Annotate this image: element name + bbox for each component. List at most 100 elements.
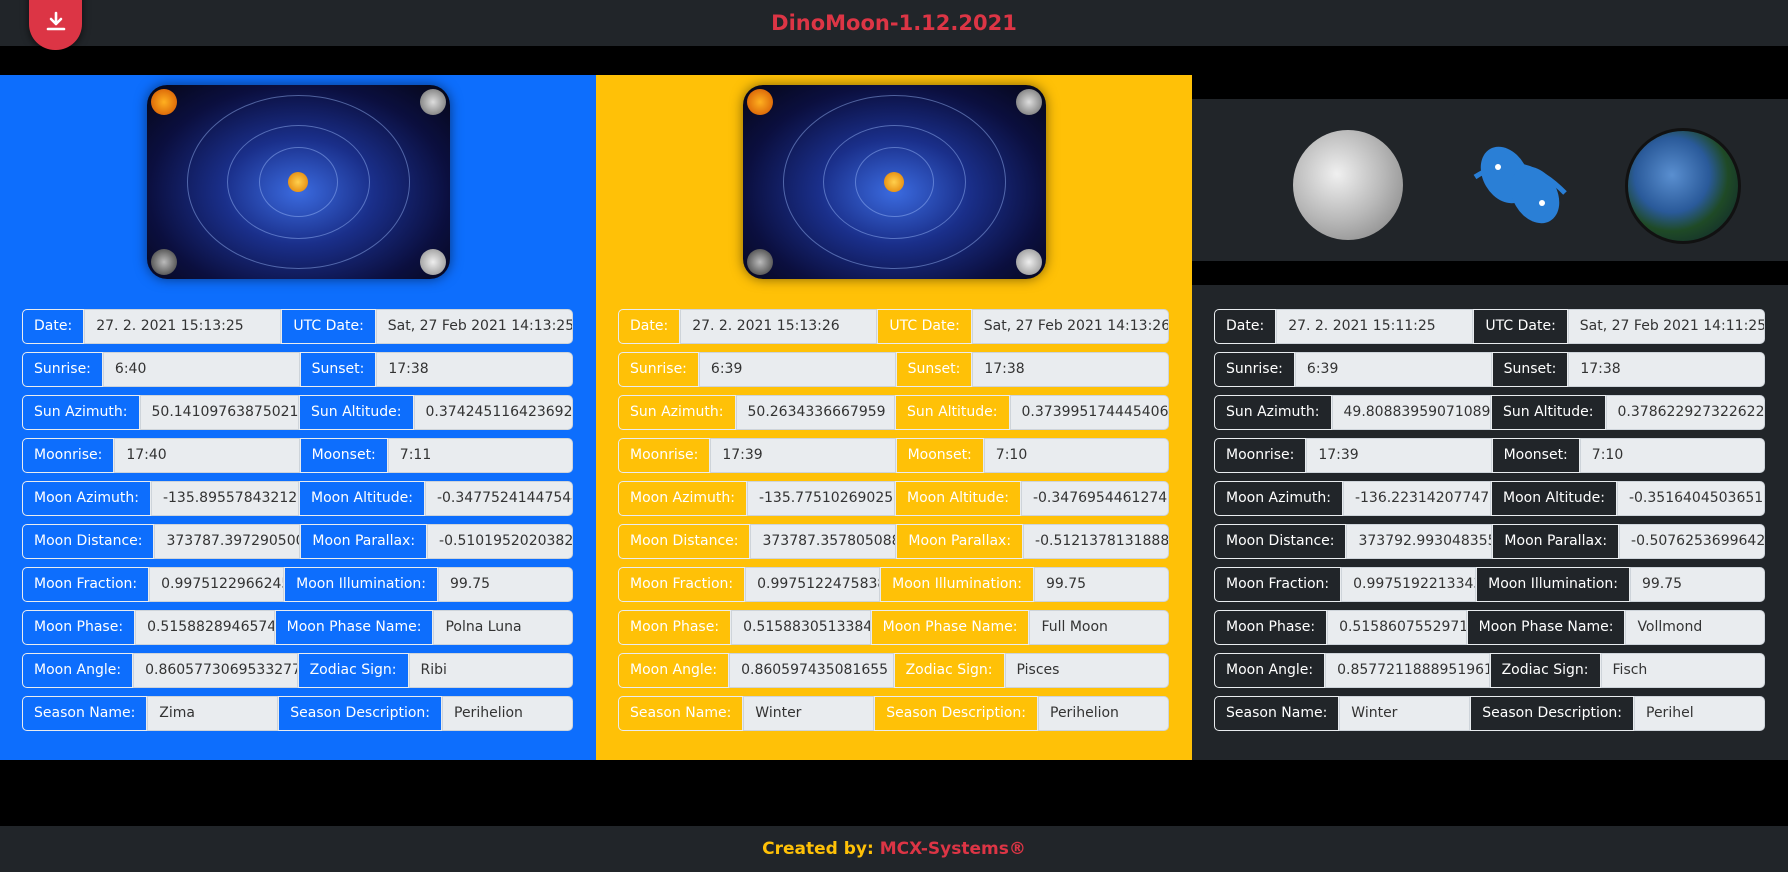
- row-moon-phase: Moon Phase: 0.51586075529716 Moon Phase Na…: [1214, 610, 1765, 645]
- sun-altitude-value: 0.3786229273226229: [1605, 395, 1766, 430]
- moon-angle-value: 0.8605773069533277: [133, 653, 298, 688]
- moonrise-label: Moonrise:: [1214, 438, 1307, 473]
- sun-azimuth-label: Sun Azimuth:: [618, 395, 736, 430]
- row-moon-angle: Moon Angle: 0.8605773069533277 Zodiac Sign…: [22, 653, 574, 688]
- moon-phase-value: 0.51588289465741: [135, 610, 275, 645]
- moon-phase-label: Moon Phase:: [22, 610, 136, 645]
- season-description-label: Season Description:: [278, 696, 442, 731]
- sunrise-value: 6:40: [102, 352, 300, 387]
- season-description-value: Perihelion: [442, 696, 573, 731]
- moon-distance-value: 373792.9930483554: [1346, 524, 1493, 559]
- date-value: 27. 2. 2021 15:13:26: [680, 309, 878, 344]
- moon-distance-value: 373787.3578050884: [750, 524, 897, 559]
- moon-phase-label: Moon Phase:: [618, 610, 732, 645]
- moon-parallax-value: -0.51019520203828: [427, 524, 573, 559]
- moon-angle-value: 0.8577211888951961: [1325, 653, 1490, 688]
- row-season: Season Name: Zima Season Description: Perih…: [22, 696, 573, 731]
- moon-image: [1293, 130, 1403, 240]
- sunrise-label: Sunrise:: [618, 352, 699, 387]
- sun-altitude-label: Sun Altitude:: [895, 395, 1010, 430]
- moon-azimuth-value: -135.775102690250: [746, 481, 895, 516]
- panel-yellow: Date: 27. 2. 2021 15:13:26 UTC Date: Sat, 2…: [596, 75, 1192, 760]
- row-sun: Sunrise: 6:40 Sunset: 17:38: [22, 352, 573, 387]
- moon-phase-name-value: Polna Luna: [433, 610, 573, 645]
- row-moon-angle: Moon Angle: 0.860597435081655 Zodiac Sign:…: [618, 653, 1170, 688]
- season-name-value: Zima: [147, 696, 279, 731]
- moon-phase-value: 0.51588305133849: [731, 610, 871, 645]
- date-value: 27. 2. 2021 15:11:25: [1276, 309, 1474, 344]
- moon-illumination-label: Moon Illumination:: [880, 567, 1034, 602]
- moon-distance-value: 373787.3972905003: [154, 524, 301, 559]
- sun-altitude-label: Sun Altitude:: [299, 395, 414, 430]
- zodiac-wheel-image: [743, 85, 1046, 279]
- sun-azimuth-value: 49.808839590710896: [1331, 395, 1491, 430]
- moon-azimuth-label: Moon Azimuth:: [618, 481, 747, 516]
- row-moon-times: Moonrise: 17:39 Moonset: 7:10: [1214, 438, 1765, 473]
- moonset-value: 7:10: [983, 438, 1169, 473]
- sun-azimuth-value: 50.2634336667959: [735, 395, 895, 430]
- row-moon-angle: Moon Angle: 0.8577211888951961 Zodiac Sign…: [1214, 653, 1766, 688]
- sun-azimuth-value: 50.14109763875021: [139, 395, 299, 430]
- moonrise-label: Moonrise:: [22, 438, 115, 473]
- row-moon-distance: Moon Distance: 373792.9930483554 Moon Para…: [1214, 524, 1765, 559]
- moon-azimuth-label: Moon Azimuth:: [22, 481, 151, 516]
- pisces-zodiac-icon: [1473, 146, 1567, 224]
- sunrise-label: Sunrise:: [1214, 352, 1295, 387]
- row-sun: Sunrise: 6:39 Sunset: 17:38: [1214, 352, 1765, 387]
- row-moon-position: Moon Azimuth: -135.895578432120 Moon Altit…: [22, 481, 574, 516]
- zodiac-sign-label: Zodiac Sign:: [297, 653, 409, 688]
- moon-angle-label: Moon Angle:: [22, 653, 134, 688]
- row-date: Date: 27. 2. 2021 15:13:25 UTC Date: Sat, 2…: [22, 309, 574, 344]
- moon-angle-label: Moon Angle:: [618, 653, 730, 688]
- footer-created-by: Created by:: [762, 839, 880, 859]
- moon-azimuth-value: -135.895578432120: [150, 481, 299, 516]
- season-description-value: Perihel: [1634, 696, 1765, 731]
- date-value: 27. 2. 2021 15:13:25: [84, 309, 282, 344]
- data-rows: Date: 27. 2. 2021 15:13:26 UTC Date: Sat, 2…: [618, 309, 1170, 739]
- row-sun: Sunrise: 6:39 Sunset: 17:38: [618, 352, 1169, 387]
- zodiac-sign-value: Ribi: [408, 653, 574, 688]
- moon-phase-label: Moon Phase:: [1214, 610, 1328, 645]
- moon-parallax-label: Moon Parallax:: [300, 524, 428, 559]
- row-moon-position: Moon Azimuth: -136.223142077471 Moon Altit…: [1214, 481, 1766, 516]
- moon-parallax-label: Moon Parallax:: [1492, 524, 1620, 559]
- utc-date-label: UTC Date:: [877, 309, 972, 344]
- sun-altitude-label: Sun Altitude:: [1491, 395, 1606, 430]
- season-name-label: Season Name:: [618, 696, 744, 731]
- moon-angle-label: Moon Angle:: [1214, 653, 1326, 688]
- utc-date-value: Sat, 27 Feb 2021 14:13:25 G: [375, 309, 574, 344]
- season-name-value: Winter: [1339, 696, 1471, 731]
- utc-date-label: UTC Date:: [281, 309, 376, 344]
- sun-azimuth-label: Sun Azimuth:: [1214, 395, 1332, 430]
- row-date: Date: 27. 2. 2021 15:11:25 UTC Date: Sat, 2…: [1214, 309, 1766, 344]
- footer-company-link[interactable]: MCX-Systems®: [880, 839, 1026, 859]
- moon-parallax-value: -0.50762536996425: [1619, 524, 1765, 559]
- moon-illumination-label: Moon Illumination:: [1476, 567, 1630, 602]
- moon-fraction-value: 0.9975122475838: [745, 567, 881, 602]
- sunrise-value: 6:39: [1294, 352, 1492, 387]
- moonset-label: Moonset:: [299, 438, 388, 473]
- row-moon-fraction: Moon Fraction: 0.9975122475838 Moon Illumi…: [618, 567, 1169, 602]
- moon-altitude-label: Moon Altitude:: [1491, 481, 1617, 516]
- moonrise-value: 17:39: [1306, 438, 1492, 473]
- season-description-label: Season Description:: [1470, 696, 1634, 731]
- moon-phase-value: 0.51586075529716: [1327, 610, 1467, 645]
- row-season: Season Name: Winter Season Description: Per…: [1214, 696, 1765, 731]
- sunset-value: 17:38: [1568, 352, 1765, 387]
- earth-image: [1625, 128, 1741, 244]
- row-moon-fraction: Moon Fraction: 0.9975122966245 Moon Illumi…: [22, 567, 573, 602]
- row-sun-position: Sun Azimuth: 50.2634336667959 Sun Altitude…: [618, 395, 1170, 430]
- row-moon-phase: Moon Phase: 0.51588305133849 Moon Phase Na…: [618, 610, 1169, 645]
- sunrise-label: Sunrise:: [22, 352, 103, 387]
- date-label: Date:: [618, 309, 681, 344]
- data-rows: Date: 27. 2. 2021 15:13:25 UTC Date: Sat, 2…: [22, 309, 574, 739]
- sunset-label: Sunset:: [299, 352, 377, 387]
- row-moon-distance: Moon Distance: 373787.3578050884 Moon Para…: [618, 524, 1169, 559]
- moon-illumination-value: 99.75: [437, 567, 573, 602]
- moon-illumination-value: 99.75: [1629, 567, 1765, 602]
- download-button[interactable]: [29, 0, 82, 50]
- sun-altitude-value: 0.3742451164236921: [413, 395, 574, 430]
- moon-phase-name-value: Vollmond: [1625, 610, 1765, 645]
- sunset-label: Sunset:: [895, 352, 973, 387]
- utc-date-value: Sat, 27 Feb 2021 14:11:25 G: [1567, 309, 1766, 344]
